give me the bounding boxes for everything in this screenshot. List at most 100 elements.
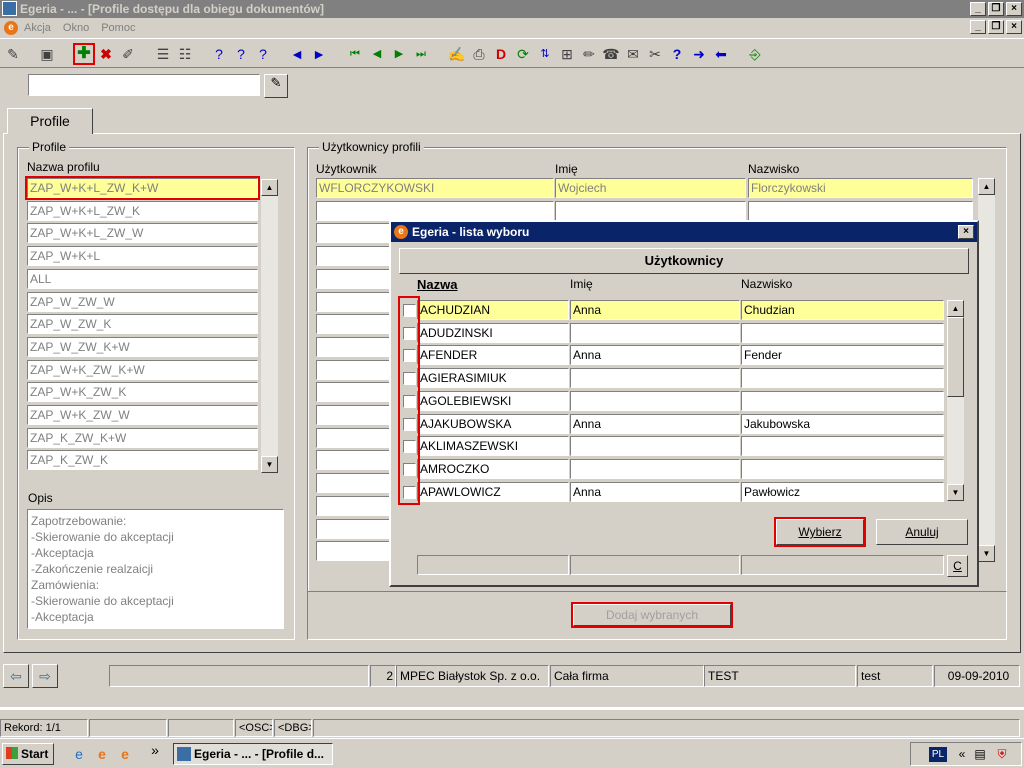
forward-icon[interactable]: ➜	[690, 45, 708, 63]
user-login-field[interactable]: WFLORCZYKOWSKI	[316, 178, 554, 198]
minimize-button[interactable]: _	[970, 2, 986, 16]
menu-akcja[interactable]: Akcja	[24, 22, 51, 34]
cancel-button[interactable]: Anuluj	[876, 519, 968, 545]
start-button[interactable]: Start	[2, 743, 54, 765]
d-icon[interactable]: D	[492, 45, 510, 63]
menu-okno[interactable]: Okno	[63, 22, 89, 34]
profile-item[interactable]: ZAP_W+K_ZW_W	[27, 405, 258, 425]
doc-restore-button[interactable]: ❐	[988, 20, 1004, 34]
search-input[interactable]	[28, 74, 260, 96]
row-login[interactable]: AGIERASIMIUK	[417, 368, 569, 389]
network-icon[interactable]: ▤	[971, 745, 989, 763]
back-icon[interactable]: ⬅	[712, 45, 730, 63]
add-record-icon[interactable]: ✚	[73, 43, 95, 65]
arrow-left-icon[interactable]: ◄	[288, 45, 306, 63]
opis-textarea[interactable]: Zapotrzebowanie: -Skierowanie do akceptac…	[27, 509, 284, 629]
save-icon[interactable]: ▣	[38, 45, 56, 63]
pin-icon[interactable]: ✎	[4, 45, 22, 63]
select-button[interactable]: Wybierz	[774, 517, 866, 547]
insert-row-icon[interactable]: ☰	[154, 45, 172, 63]
next-record-icon[interactable]: ▶	[390, 45, 408, 63]
last-record-icon[interactable]: ⏭	[412, 45, 430, 63]
row-lastname[interactable]	[741, 368, 944, 389]
row-login[interactable]: AKLIMASZEWSKI	[417, 436, 569, 457]
row-lastname[interactable]: Pawłowicz	[741, 481, 944, 502]
dialog-filter-nazwa[interactable]	[417, 555, 569, 575]
users-scrollbar[interactable]: ▲ ▼	[978, 178, 995, 562]
dialog-scroll-down-icon[interactable]: ▼	[947, 484, 964, 501]
profile-item[interactable]: ALL	[27, 268, 258, 289]
user-cell[interactable]	[555, 200, 746, 221]
tool-icon[interactable]: ✂	[646, 45, 664, 63]
dialog-close-button[interactable]: ×	[958, 225, 974, 239]
c-button[interactable]: C	[947, 555, 968, 577]
profile-item[interactable]: ZAP_K_ZW_K	[27, 450, 258, 471]
query-icon[interactable]: ?	[210, 45, 228, 63]
profile-item[interactable]: ZAP_W_ZW_W	[27, 291, 258, 312]
dialog-scrollbar[interactable]: ▲ ▼	[947, 300, 964, 501]
profile-item[interactable]: ZAP_W_ZW_K+W	[27, 336, 258, 357]
users-scroll-up-icon[interactable]: ▲	[978, 178, 995, 195]
brush-icon[interactable]: ✏	[580, 45, 598, 63]
delete-row-icon[interactable]: ☷	[176, 45, 194, 63]
egeria-task2-icon[interactable]: e	[116, 745, 134, 763]
row-lastname[interactable]	[741, 390, 944, 411]
nav-prev-icon[interactable]: ⇦	[3, 664, 29, 688]
row-firstname[interactable]: Anna	[570, 481, 740, 502]
row-login[interactable]: ADUDZINSKI	[417, 322, 569, 343]
dialog-col-imie[interactable]: Imię	[570, 277, 593, 291]
row-lastname[interactable]	[741, 436, 944, 457]
row-login[interactable]: AFENDER	[417, 345, 569, 366]
dialog-filter-nazwisko[interactable]	[741, 555, 944, 575]
users-scroll-down-icon[interactable]: ▼	[978, 545, 995, 562]
tray-icon[interactable]: «	[953, 745, 971, 763]
edit-icon[interactable]: ✍	[448, 45, 466, 63]
profile-item[interactable]: ZAP_W+K+L_ZW_W	[27, 223, 258, 244]
row-lastname[interactable]: Fender	[741, 345, 944, 366]
dialog-scroll-up-icon[interactable]: ▲	[947, 300, 964, 317]
dialog-col-nazwisko[interactable]: Nazwisko	[741, 277, 792, 291]
row-firstname[interactable]	[570, 436, 740, 457]
dialog-filter-imie[interactable]	[570, 555, 740, 575]
tab-profile[interactable]: Profile	[7, 108, 93, 134]
doc-close-button[interactable]: ×	[1006, 20, 1022, 34]
sort-icon[interactable]: ⇅	[536, 45, 554, 63]
row-login[interactable]: APAWLOWICZ	[417, 481, 569, 502]
row-firstname[interactable]: Anna	[570, 300, 740, 320]
row-firstname[interactable]: Anna	[570, 345, 740, 366]
dialog-col-nazwa[interactable]: Nazwa	[417, 277, 457, 292]
row-login[interactable]: AMROCZKO	[417, 458, 569, 479]
profile-item[interactable]: ZAP_K_ZW_K+W	[27, 427, 258, 448]
query-cancel-icon[interactable]: ?	[254, 45, 272, 63]
row-lastname[interactable]: Jakubowska	[741, 413, 944, 434]
profile-item[interactable]: ZAP_W+K_ZW_K	[27, 382, 258, 403]
row-firstname[interactable]: Anna	[570, 413, 740, 434]
print-icon[interactable]: ⎙	[470, 45, 488, 63]
scroll-down-icon[interactable]: ▼	[261, 456, 278, 473]
profile-item[interactable]: ZAP_W+K+L_ZW_K+W	[25, 176, 260, 200]
help-icon[interactable]: ?	[668, 45, 686, 63]
refresh-icon[interactable]: ⟳	[514, 45, 532, 63]
phone-icon[interactable]: ☎	[602, 45, 620, 63]
exit-icon[interactable]: ⎆	[746, 45, 764, 63]
delete-record-icon[interactable]: ✖	[97, 45, 115, 63]
more-icon[interactable]: »	[146, 741, 164, 759]
search-button[interactable]: ✎	[264, 74, 288, 98]
doc-minimize-button[interactable]: _	[970, 20, 986, 34]
user-lastname-field[interactable]: Florczykowski	[748, 178, 973, 198]
row-firstname[interactable]	[570, 458, 740, 479]
shield-icon[interactable]: ⛨	[993, 745, 1011, 763]
user-cell[interactable]	[316, 200, 554, 221]
row-lastname[interactable]	[741, 458, 944, 479]
profile-item[interactable]: ZAP_W+K+L_ZW_K	[27, 200, 258, 221]
row-login[interactable]: ACHUDZIAN	[417, 300, 569, 320]
row-firstname[interactable]	[570, 322, 740, 343]
row-lastname[interactable]	[741, 322, 944, 343]
user-firstname-field[interactable]: Wojciech	[555, 178, 746, 198]
row-lastname[interactable]: Chudzian	[741, 300, 944, 320]
profile-item[interactable]: ZAP_W_ZW_K	[27, 314, 258, 335]
row-login[interactable]: AGOLEBIEWSKI	[417, 390, 569, 411]
egeria-task-icon[interactable]: e	[93, 745, 111, 763]
tree-icon[interactable]: ⊞	[558, 45, 576, 63]
task-egeria[interactable]: Egeria - ... - [Profile d...	[173, 743, 333, 765]
